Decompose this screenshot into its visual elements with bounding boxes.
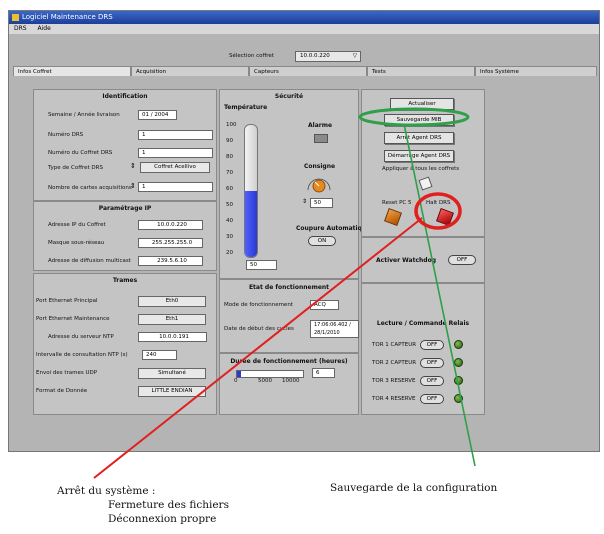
- caption-left-line1: Fermeture des fichiers: [108, 499, 229, 511]
- red-arrow-line: [93, 217, 423, 479]
- green-highlight-ellipse: [358, 107, 470, 127]
- caption-left-title: Arrêt du système :: [57, 485, 156, 497]
- caption-left-line2: Déconnexion propre: [108, 513, 217, 525]
- caption-right: Sauvegarde de la configuration: [330, 482, 498, 494]
- green-arrow-line: [403, 123, 476, 467]
- annotation-overlay: [93, 107, 476, 479]
